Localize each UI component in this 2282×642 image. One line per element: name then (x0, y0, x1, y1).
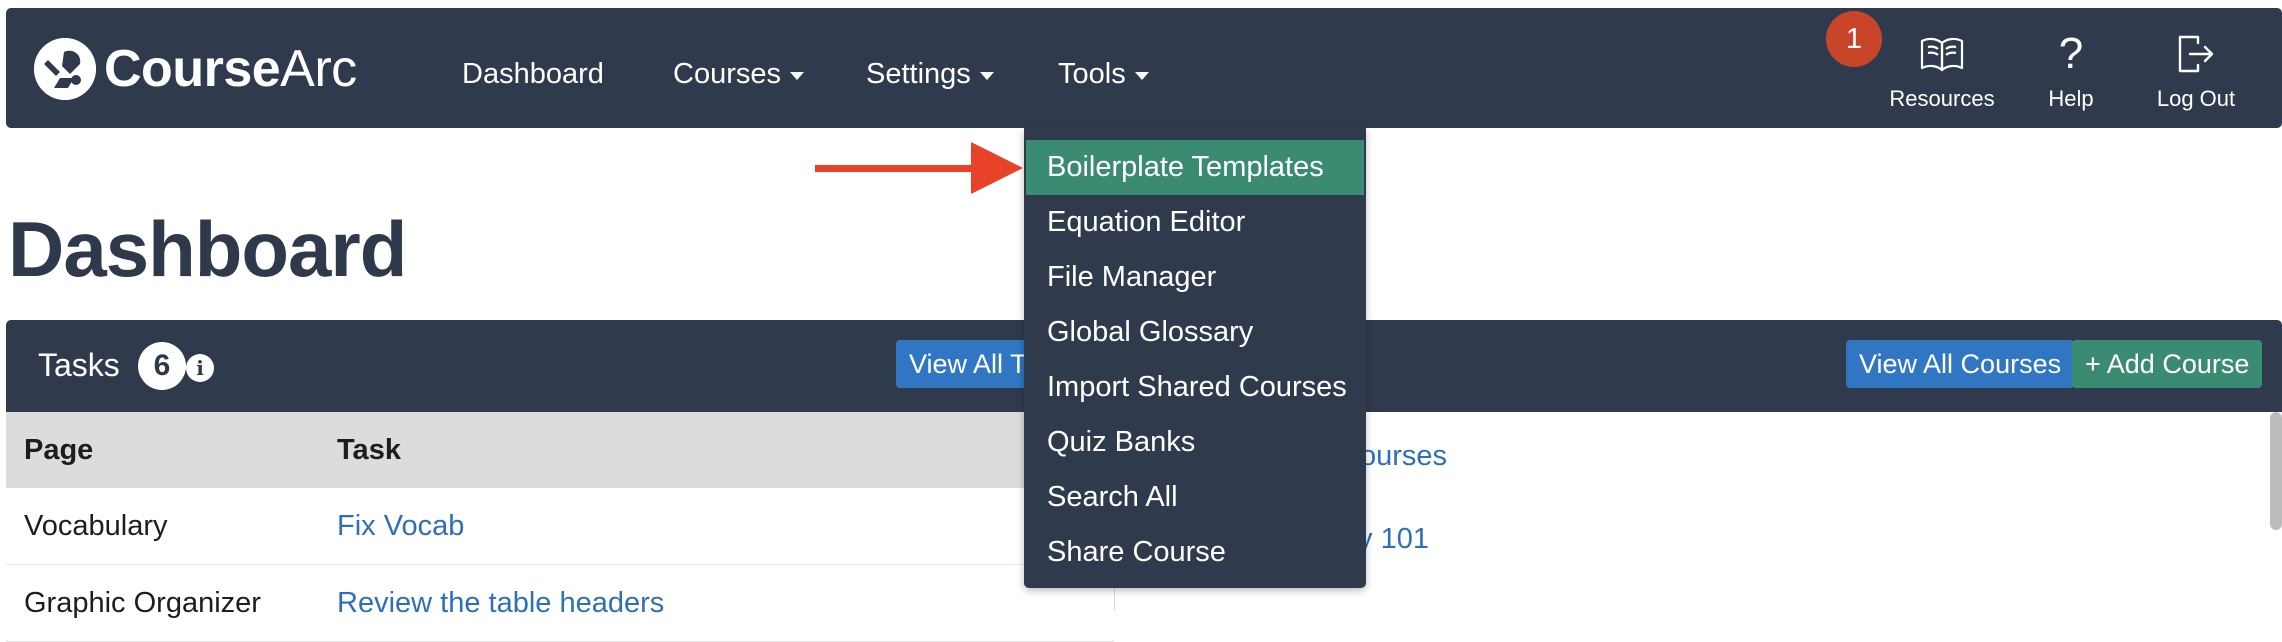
column-header-page: Page (24, 433, 94, 466)
nav-settings-label: Settings (866, 58, 971, 90)
notification-badge[interactable]: 1 (1826, 11, 1882, 67)
tasks-count-badge: 6 (138, 342, 186, 390)
menu-item-boilerplate-templates[interactable]: Boilerplate Templates (1026, 140, 1364, 195)
info-icon[interactable]: i (186, 354, 214, 382)
logout-label: Log Out (2156, 86, 2236, 111)
coursearc-logo-icon (34, 38, 96, 100)
table-row: Graphic Organizer Review the table heade… (6, 565, 1114, 642)
brand-name-light: Arc (280, 40, 357, 98)
task-link[interactable]: Fix Vocab (337, 510, 464, 542)
brand-name: CourseArc (104, 39, 357, 99)
menu-item-quiz-banks[interactable]: Quiz Banks (1026, 415, 1364, 470)
menu-item-equation-editor[interactable]: Equation Editor (1026, 195, 1364, 250)
help-button[interactable]: ? Help (2026, 32, 2116, 112)
menu-item-import-shared-courses[interactable]: Import Shared Courses (1026, 360, 1364, 415)
menu-item-search-all[interactable]: Search All (1026, 470, 1364, 525)
table-row: Vocabulary Fix Vocab (6, 488, 1114, 565)
top-navbar: CourseArc Dashboard Courses Settings Too… (6, 8, 2282, 128)
page-title: Dashboard (8, 205, 407, 293)
task-link[interactable]: Review the table headers (337, 587, 664, 619)
nav-dashboard-label: Dashboard (462, 58, 604, 90)
help-label: Help (2048, 86, 2094, 111)
add-course-button[interactable]: + Add Course (2072, 340, 2263, 388)
resources-label: Resources (1889, 86, 1995, 111)
brand-name-bold: Course (104, 40, 281, 98)
logout-icon (2176, 32, 2216, 76)
menu-item-share-course[interactable]: Share Course (1026, 525, 1364, 580)
resources-button[interactable]: Resources (1882, 32, 2002, 112)
logout-button[interactable]: Log Out (2142, 32, 2250, 112)
task-page-cell: Graphic Organizer (24, 586, 261, 619)
add-course-label: + Add Course (2085, 348, 2250, 379)
nav-dashboard[interactable]: Dashboard (462, 58, 604, 91)
caret-down-icon (790, 72, 804, 80)
scrollbar[interactable] (2270, 412, 2282, 530)
caret-down-icon (979, 72, 994, 80)
annotation-arrow-icon (815, 142, 1025, 199)
caret-down-icon (1134, 72, 1149, 80)
tools-dropdown-menu: Boilerplate Templates Equation Editor Fi… (1024, 128, 1366, 588)
view-all-courses-label: View All Courses (1859, 348, 2062, 379)
course-link[interactable]: ourses (1360, 440, 1447, 473)
column-header-task: Task (337, 433, 401, 466)
table-header: Page Task (6, 412, 1114, 488)
task-page-cell: Vocabulary (24, 509, 168, 542)
nav-courses[interactable]: Courses (673, 58, 804, 91)
nav-tools-label: Tools (1058, 58, 1126, 90)
menu-item-file-manager[interactable]: File Manager (1026, 250, 1364, 305)
nav-courses-label: Courses (673, 58, 781, 90)
view-all-courses-button[interactable]: View All Courses (1846, 340, 2075, 388)
tasks-table: Page Task Vocabulary Fix Vocab Graphic O… (6, 412, 1114, 642)
nav-tools[interactable]: Tools (1058, 58, 1149, 91)
tasks-title: Tasks (38, 347, 120, 383)
brand-logo[interactable]: CourseArc (34, 38, 357, 100)
nav-settings[interactable]: Settings (866, 58, 994, 91)
menu-item-global-glossary[interactable]: Global Glossary (1026, 305, 1364, 360)
question-icon: ? (2058, 29, 2084, 78)
book-icon (1919, 32, 1965, 76)
